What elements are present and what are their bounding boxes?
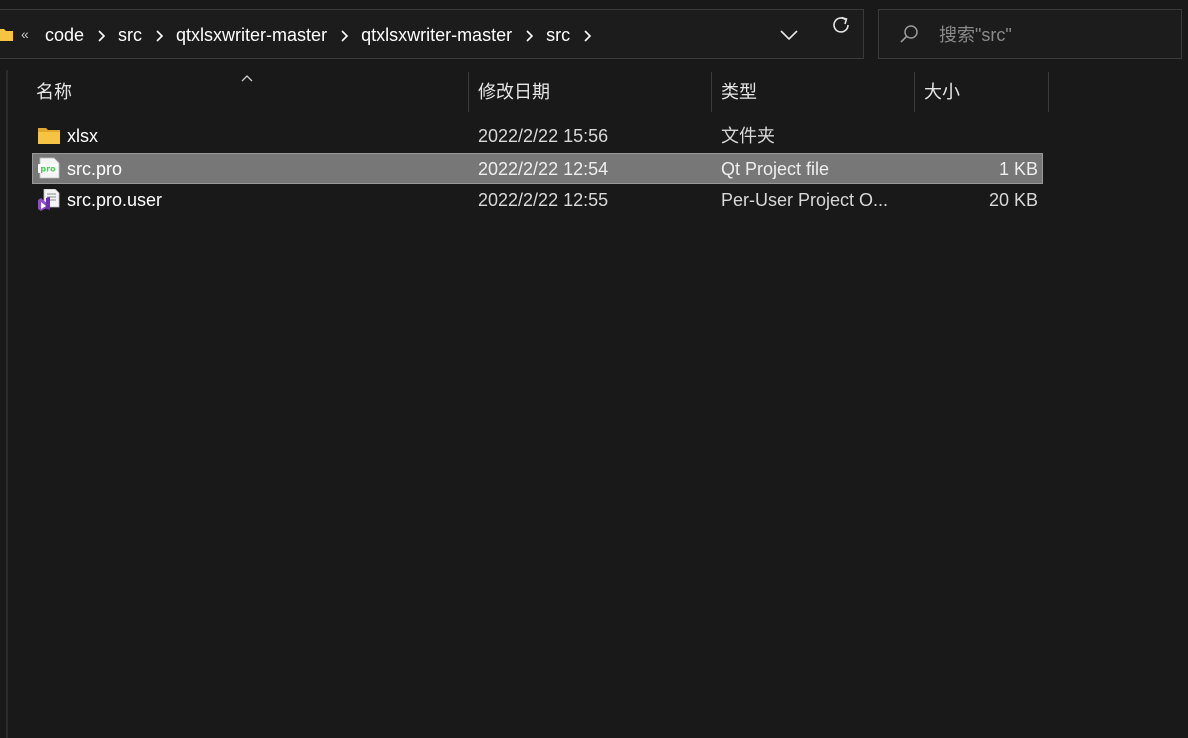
file-row-src-pro[interactable]: pro src.pro 2022/2/22 12:54 Qt Project f… xyxy=(32,153,1043,184)
search-placeholder: 搜索"src" xyxy=(939,25,1012,45)
file-row-src-pro-user[interactable]: src.pro.user 2022/2/22 12:55 Per-User Pr… xyxy=(32,185,1043,216)
refresh-icon[interactable] xyxy=(830,14,852,36)
column-headers: 名称 修改日期 类型 大小 xyxy=(0,70,1188,114)
chevron-right-icon[interactable] xyxy=(339,29,349,43)
breadcrumb: code src qtxlsxwriter-master qtxlsxwrite… xyxy=(43,23,602,47)
chevron-right-icon[interactable] xyxy=(96,29,106,43)
breadcrumb-overflow-button[interactable]: « xyxy=(21,24,29,44)
breadcrumb-item-qtxlsxwriter-master-inner[interactable]: qtxlsxwriter-master xyxy=(359,25,514,46)
chevron-down-icon[interactable] xyxy=(779,25,799,45)
search-input[interactable]: 搜索"src" xyxy=(878,9,1182,59)
file-name: src.pro xyxy=(67,159,123,179)
file-date-modified: 2022/2/22 15:56 xyxy=(478,126,609,146)
search-icon xyxy=(899,24,919,44)
file-type: 文件夹 xyxy=(721,126,775,146)
column-divider[interactable] xyxy=(1048,72,1049,112)
file-date-modified: 2022/2/22 12:55 xyxy=(478,190,609,210)
chevron-right-icon[interactable] xyxy=(524,29,534,43)
file-size: 20 KB xyxy=(988,190,1038,210)
folder-icon xyxy=(0,28,13,41)
column-header-date-modified[interactable]: 修改日期 xyxy=(478,70,550,114)
navigation-bar: « code src qtxlsxwriter-master qtxlsxwri… xyxy=(0,0,1188,70)
file-row-xlsx[interactable]: xlsx 2022/2/22 15:56 文件夹 xyxy=(32,121,1043,152)
column-divider[interactable] xyxy=(468,72,469,112)
breadcrumb-item-code[interactable]: code xyxy=(43,25,86,46)
column-header-name[interactable]: 名称 xyxy=(36,70,72,114)
address-bar[interactable]: « code src qtxlsxwriter-master qtxlsxwri… xyxy=(0,9,864,59)
file-type: Qt Project file xyxy=(721,159,830,179)
navigation-pane-divider[interactable] xyxy=(6,70,8,738)
svg-text:pro: pro xyxy=(40,165,56,174)
breadcrumb-item-src-current[interactable]: src xyxy=(544,25,572,46)
qt-pro-file-icon: pro xyxy=(37,157,61,179)
chevron-right-icon[interactable] xyxy=(582,29,592,43)
column-header-size[interactable]: 大小 xyxy=(924,70,960,114)
breadcrumb-item-qtxlsxwriter-master[interactable]: qtxlsxwriter-master xyxy=(174,25,329,46)
file-size: 1 KB xyxy=(998,159,1038,179)
sort-ascending-icon xyxy=(240,70,254,82)
breadcrumb-item-src[interactable]: src xyxy=(116,25,144,46)
chevron-right-icon[interactable] xyxy=(154,29,164,43)
column-header-type[interactable]: 类型 xyxy=(721,70,757,114)
column-divider[interactable] xyxy=(711,72,712,112)
visual-studio-file-icon xyxy=(37,188,61,211)
column-divider[interactable] xyxy=(914,72,915,112)
file-name: xlsx xyxy=(67,126,98,146)
file-name: src.pro.user xyxy=(67,190,163,210)
file-date-modified: 2022/2/22 12:54 xyxy=(478,159,609,179)
file-type: Per-User Project O... xyxy=(721,190,889,210)
folder-icon xyxy=(37,125,61,147)
